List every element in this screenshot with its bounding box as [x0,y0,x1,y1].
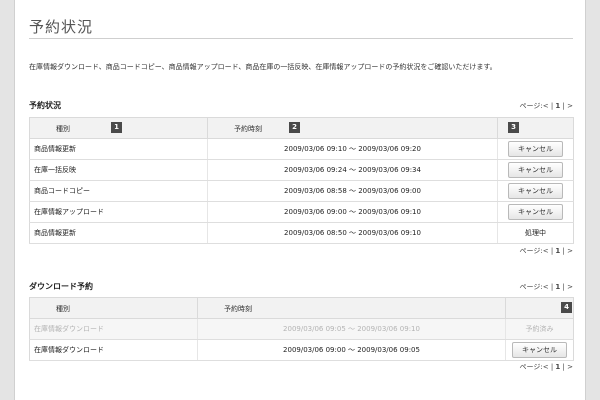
cancel-button[interactable]: キャンセル [508,162,563,178]
row-time: 2009/03/06 09:00 〜 2009/03/06 09:10 [207,201,498,223]
table-row: 在庫情報アップロード 2009/03/06 09:00 〜 2009/03/06… [29,201,574,223]
content-panel: 予約状況 在庫情報ダウンロード、商品コードコピー、商品情報アップロード、商品在庫… [14,0,586,400]
pager-next-link[interactable]: > [567,102,573,110]
row-type: 商品情報更新 [29,138,208,160]
pager-separator: | [550,363,554,371]
cancel-button[interactable]: キャンセル [508,141,563,157]
reservations-pager-top: ページ:< | 1 | > [520,101,574,111]
table-row: 商品情報更新 2009/03/06 09:10 〜 2009/03/06 09:… [29,138,574,160]
row-time: 2009/03/06 09:05 〜 2009/03/06 09:10 [197,318,506,340]
pager-label: ページ: [519,363,543,371]
pager-current-page: 1 [555,363,561,371]
pager-current-page: 1 [555,247,561,255]
pager-separator: | [550,102,554,110]
table-row: 在庫情報ダウンロード 2009/03/06 09:05 〜 2009/03/06… [29,318,574,340]
badge-2: 2 [289,122,300,133]
pager-next-link[interactable]: > [567,363,573,371]
reservations-table: 種別 1 予約時刻 2 3 商品情報更新 2009/03/06 09:10 〜 … [29,117,574,244]
title-divider [29,38,573,39]
cancel-button[interactable]: キャンセル [512,342,567,358]
column-header-type: 種別 1 [29,117,208,139]
intro-text: 在庫情報ダウンロード、商品コードコピー、商品情報アップロード、商品在庫の一括反映… [29,63,497,71]
downloads-section-title: ダウンロード予約 [29,282,93,291]
table-row: 在庫情報ダウンロード 2009/03/06 09:00 〜 2009/03/06… [29,339,574,361]
page-title: 予約状況 [29,18,94,36]
column-header-time: 予約時刻 [197,297,506,319]
row-time: 2009/03/06 09:00 〜 2009/03/06 09:05 [197,339,506,361]
downloads-header-row: 種別 予約時刻 4 [29,297,574,319]
row-status: 予約済み [505,318,574,340]
pager-current-page: 1 [555,283,561,291]
row-time: 2009/03/06 09:10 〜 2009/03/06 09:20 [207,138,498,160]
column-header-action: 4 [505,297,574,319]
pager-prev-link[interactable]: < [543,102,549,110]
reservations-pager-bottom: ページ:< | 1 | > [520,246,574,256]
badge-1: 1 [111,122,122,133]
column-header-time: 予約時刻 2 [207,117,498,139]
column-header-type-label: 種別 [56,305,70,313]
pager-separator: | [550,247,554,255]
table-row: 商品情報更新 2009/03/06 08:50 〜 2009/03/06 09:… [29,222,574,244]
column-header-type: 種別 [29,297,198,319]
downloads-table: 種別 予約時刻 4 在庫情報ダウンロード 2009/03/06 09:05 〜 … [29,297,574,361]
row-time: 2009/03/06 08:58 〜 2009/03/06 09:00 [207,180,498,202]
pager-separator: | [562,102,565,110]
cancel-button[interactable]: キャンセル [508,204,563,220]
row-type: 在庫一括反映 [29,159,208,181]
row-time: 2009/03/06 08:50 〜 2009/03/06 09:10 [207,222,498,244]
row-action: キャンセル [497,201,574,223]
row-status: 処理中 [497,222,574,244]
row-time: 2009/03/06 09:24 〜 2009/03/06 09:34 [207,159,498,181]
row-type: 在庫情報ダウンロード [29,339,198,361]
row-type: 商品コードコピー [29,180,208,202]
pager-separator: | [562,283,565,291]
pager-prev-link[interactable]: < [543,247,549,255]
column-header-action: 3 [497,117,574,139]
badge-3: 3 [508,122,519,133]
column-header-time-label: 予約時刻 [234,125,262,133]
pager-prev-link[interactable]: < [543,283,549,291]
row-type: 在庫情報ダウンロード [29,318,198,340]
reservations-header-row: 種別 1 予約時刻 2 3 [29,117,574,139]
pager-separator: | [550,283,554,291]
row-action: キャンセル [497,159,574,181]
pager-separator: | [562,363,565,371]
downloads-pager-top: ページ:< | 1 | > [520,282,574,292]
pager-label: ページ: [519,102,543,110]
pager-label: ページ: [519,283,543,291]
row-action: キャンセル [505,339,574,361]
table-row: 商品コードコピー 2009/03/06 08:58 〜 2009/03/06 0… [29,180,574,202]
row-action: キャンセル [497,180,574,202]
cancel-button[interactable]: キャンセル [508,183,563,199]
downloads-pager-bottom: ページ:< | 1 | > [520,362,574,372]
table-row: 在庫一括反映 2009/03/06 09:24 〜 2009/03/06 09:… [29,159,574,181]
pager-next-link[interactable]: > [567,247,573,255]
reservations-section-title: 予約状況 [29,101,61,110]
pager-label: ページ: [519,247,543,255]
row-type: 在庫情報アップロード [29,201,208,223]
row-action: キャンセル [497,138,574,160]
pager-separator: | [562,247,565,255]
row-type: 商品情報更新 [29,222,208,244]
column-header-time-label: 予約時刻 [224,305,252,313]
pager-next-link[interactable]: > [567,283,573,291]
column-header-type-label: 種別 [56,125,70,133]
pager-prev-link[interactable]: < [543,363,549,371]
badge-4: 4 [561,302,572,313]
pager-current-page: 1 [555,102,561,110]
